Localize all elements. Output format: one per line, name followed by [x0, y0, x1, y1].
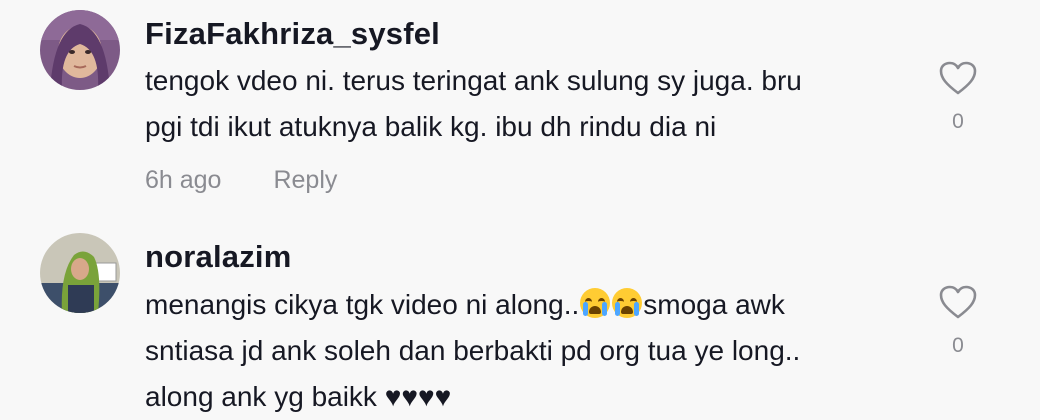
comment-username[interactable]: noralazim [145, 239, 292, 275]
user-avatar-photo [40, 233, 120, 313]
loudly-crying-face-icon [580, 288, 611, 318]
loudly-crying-face-icon [612, 288, 643, 318]
comment-item: noralazim menangis cikya tgk video ni al… [0, 0, 1040, 418]
like-count: 0 [952, 334, 964, 357]
comment-text: menangis cikya tgk video ni along.. smoga… [145, 282, 905, 420]
heart-icon[interactable] [938, 284, 978, 320]
comment-text-part: menangis cikya tgk video ni along.. [145, 289, 580, 320]
avatar[interactable] [40, 233, 120, 313]
like-button[interactable]: 0 [935, 284, 981, 358]
